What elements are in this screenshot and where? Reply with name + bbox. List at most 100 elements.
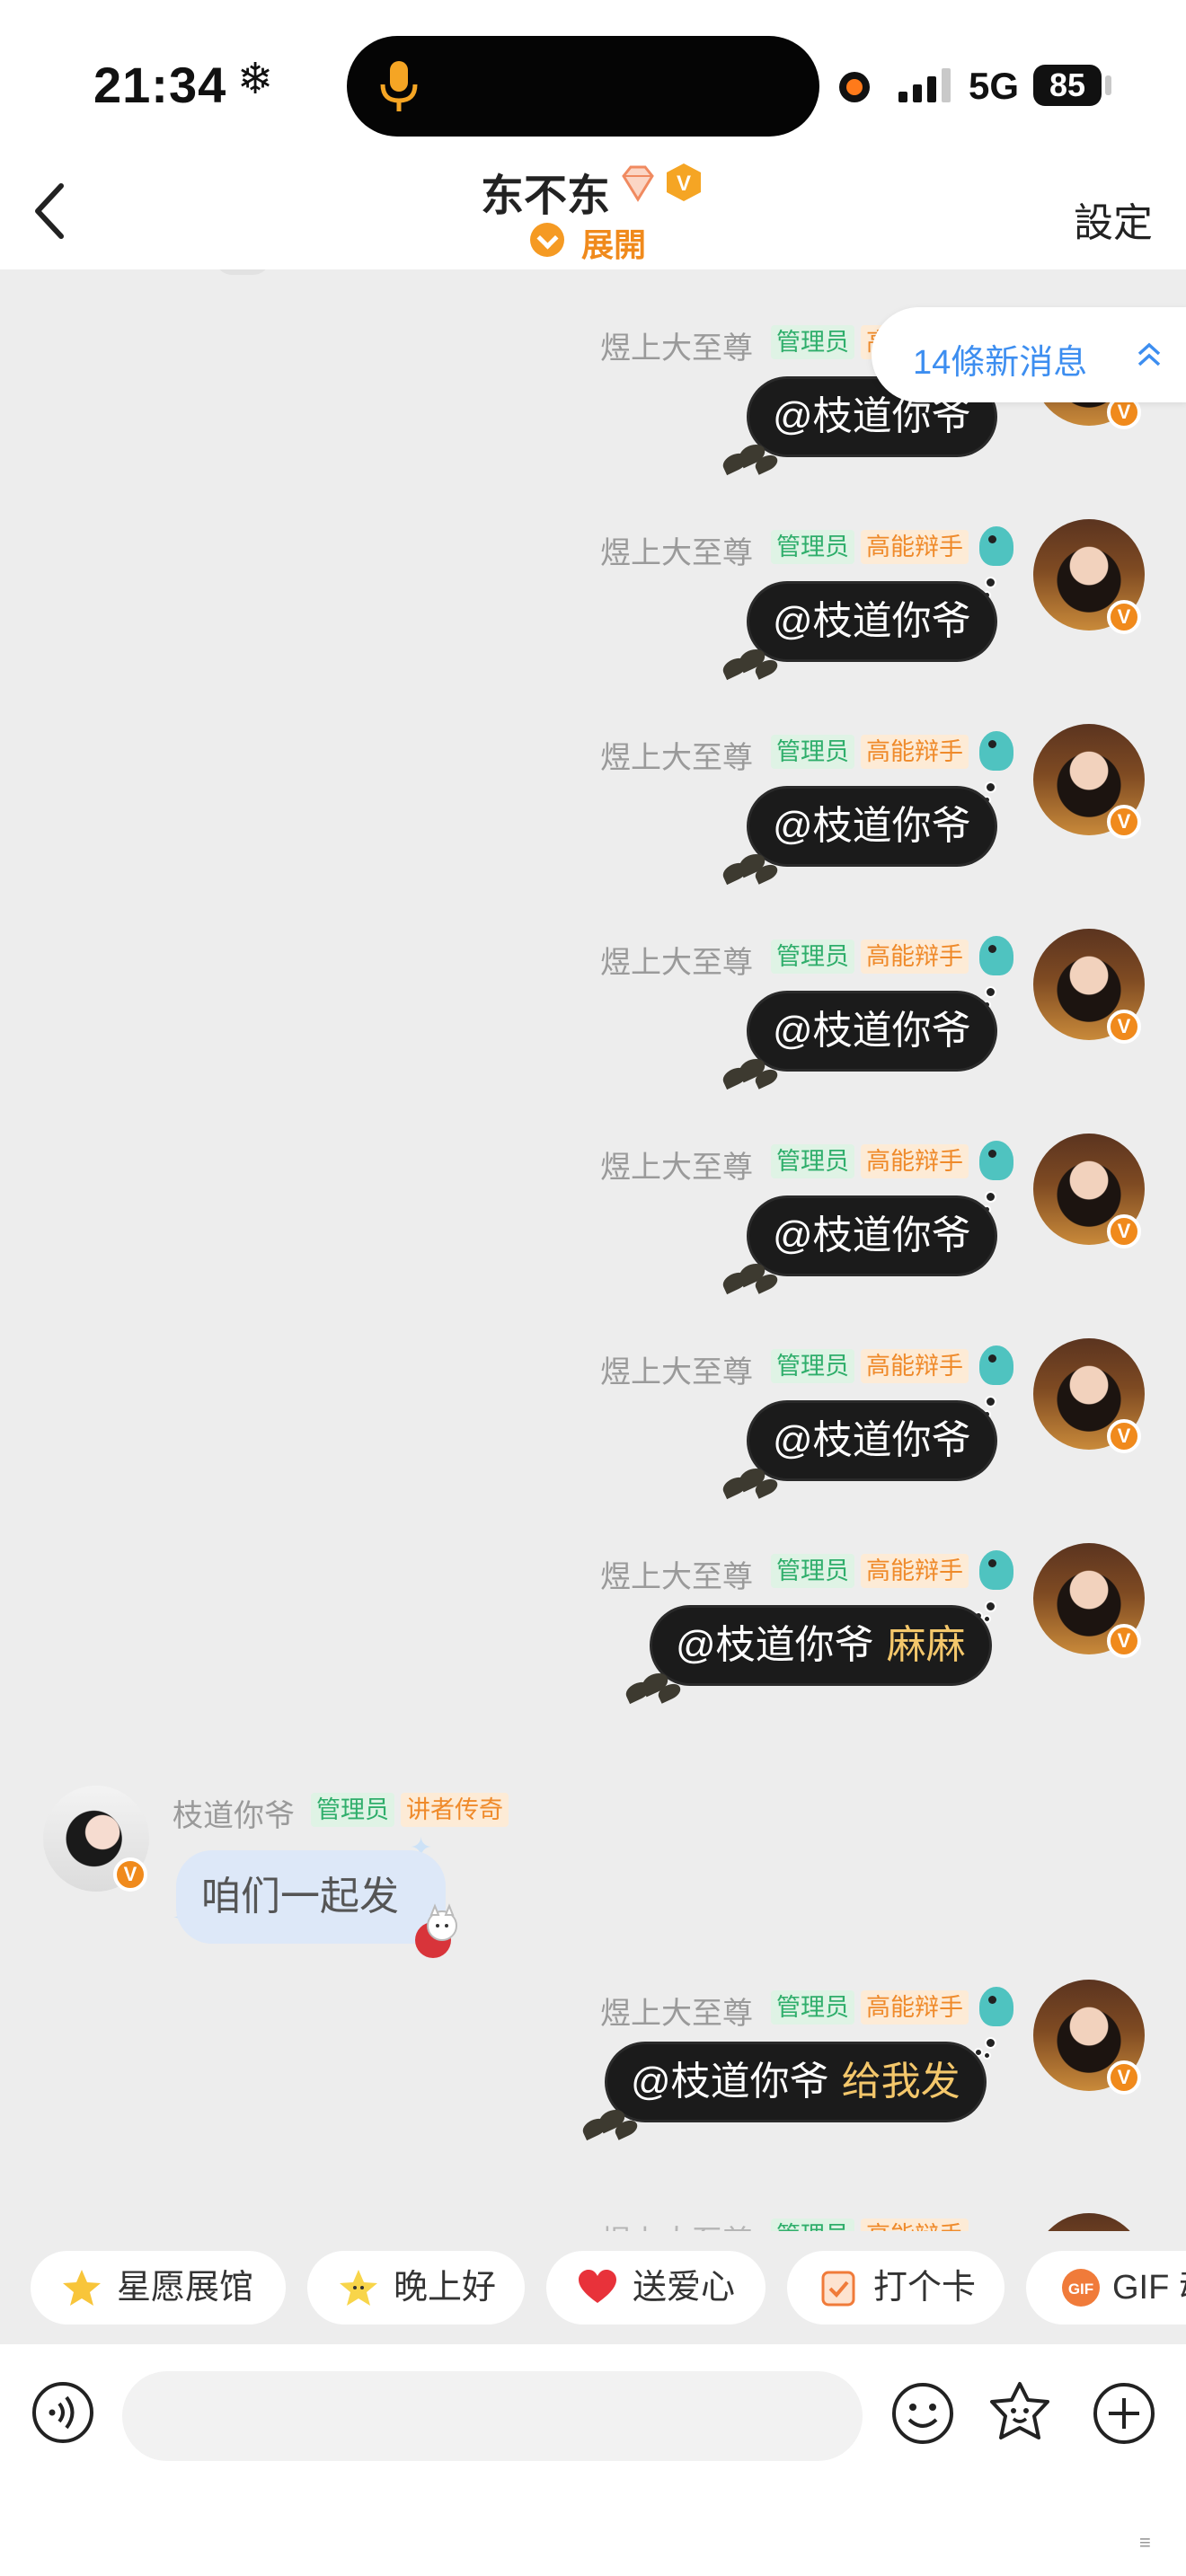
verified-v-icon: V (1107, 1624, 1141, 1658)
admin-tag: 管理员 (771, 1144, 854, 1178)
parrot-badge-icon (979, 731, 1013, 771)
clock: 21:34 (93, 57, 227, 113)
double-chevron-up-icon[interactable] (1134, 340, 1164, 370)
verified-v-icon: V (1107, 805, 1141, 839)
cat-sticker-icon (415, 1903, 457, 1958)
dot (985, 577, 996, 588)
message-row: V 煜上大至尊 管理员 高能辩手 @枝道你爷 给我发 (0, 1980, 1186, 2184)
chip-checkin[interactable]: 打个卡 (787, 2251, 1005, 2325)
verified-v-icon: V (1107, 1214, 1141, 1248)
admin-tag: 管理员 (771, 325, 854, 359)
message-text: @枝道你爷 (773, 599, 971, 643)
message-highlight-text: 给我发 (841, 2060, 960, 2104)
dot (985, 1191, 996, 1203)
message-bubble[interactable]: @枝道你爷 (749, 584, 995, 659)
bubble-frame-ornament-icon (719, 1257, 782, 1302)
diamond-badge-icon (622, 165, 654, 202)
sender-name[interactable]: 煜上大至尊 (600, 1552, 753, 1596)
smiling-star-icon (340, 2270, 377, 2306)
message-bubble[interactable]: @枝道你爷 麻麻 (652, 1608, 989, 1683)
chip-label: 打个卡 (873, 2269, 977, 2307)
admin-tag: 管理员 (311, 1793, 394, 1827)
chip-good-evening[interactable]: 晚上好 (307, 2251, 525, 2325)
admin-tag: 管理员 (771, 530, 854, 564)
admin-tag: 管理员 (771, 2219, 854, 2231)
verified-v-icon: V (1107, 2060, 1141, 2095)
admin-tag: 管理员 (771, 1349, 854, 1383)
chip-xingyuan[interactable]: 星愿展馆 (31, 2251, 286, 2325)
bubble-frame-ornament-icon (719, 1053, 782, 1098)
admin-tag: 管理员 (771, 735, 854, 769)
add-more-icon[interactable] (1091, 2380, 1157, 2447)
bubble-frame-ornament-icon (719, 848, 782, 893)
settings-button[interactable]: 設定 (1074, 190, 1153, 248)
bubble-frame-ornament-icon (719, 438, 782, 483)
sender-name[interactable]: 煜上大至尊 (600, 1989, 753, 2033)
verified-v-icon: V (1107, 1010, 1141, 1044)
message-row: V 煜上大至尊管理员高能辩手 @枝道你爷 (0, 724, 1186, 929)
sender-name[interactable]: 枝道你爷 (173, 1791, 295, 1835)
verified-v-badge-icon: V (667, 163, 701, 201)
battery-cap (1105, 75, 1111, 95)
message-row: V 煜上大至尊管理员高能辩手 @枝道你爷 (0, 519, 1186, 724)
chip-label: 星愿展馆 (117, 2269, 254, 2307)
sender-name[interactable]: 煜上大至尊 (600, 1142, 753, 1187)
dot (985, 1396, 996, 1407)
admin-tag: 管理员 (771, 1990, 854, 2025)
sender-name[interactable]: 煜上大至尊 (600, 733, 753, 777)
network-type: 5G (969, 65, 1020, 107)
heart-icon (579, 2270, 616, 2303)
message-text: @枝道你爷 (773, 1009, 971, 1053)
message-text: @枝道你爷 (773, 1213, 971, 1257)
dot (983, 2051, 991, 2060)
chip-label: 送爱心 (633, 2269, 736, 2307)
bubble-frame-ornament-icon (719, 1462, 782, 1507)
sender-name[interactable]: 煜上大至尊 (600, 528, 753, 572)
snowflake-icon: ❄ (237, 56, 274, 103)
checkin-icon (821, 2271, 855, 2307)
home-indicator: ≡ (1139, 2531, 1151, 2554)
message-bubble[interactable]: @枝道你爷 (749, 1403, 995, 1478)
debater-tag: 高能辩手 (861, 1349, 969, 1383)
sender-name[interactable]: 煜上大至尊 (600, 938, 753, 982)
star-icon (63, 2270, 101, 2306)
dot (985, 1601, 996, 1612)
message-bubble[interactable]: @枝道你爷 给我发 (607, 2044, 984, 2120)
message-list[interactable]: V煜上大至尊管理员高能辩手@枝道你爷V煜上大至尊管理员高能辩手@枝道你爷V煜上大… (0, 269, 1186, 2231)
message-bubble[interactable]: @枝道你爷 (749, 789, 995, 864)
bubble-dots-icon (974, 2033, 1005, 2060)
message-text: @枝道你爷 (773, 1418, 971, 1462)
back-chevron-icon[interactable] (23, 175, 77, 247)
message-highlight-text: 麻麻 (886, 1623, 966, 1667)
battery-icon: 85 (1033, 65, 1102, 106)
admin-tag: 管理员 (771, 940, 854, 974)
debater-tag: 高能辩手 (861, 530, 969, 564)
parrot-badge-icon (979, 1987, 1013, 2026)
verified-v-icon: V (113, 1857, 147, 1892)
expand-button[interactable]: 展開 (581, 219, 646, 266)
voice-input-icon[interactable] (31, 2380, 95, 2445)
new-messages-label[interactable]: 14條新消息 (913, 334, 1087, 384)
chip-send-love[interactable]: 送爱心 (546, 2251, 766, 2325)
sender-name: 煜上大至尊 (600, 2217, 753, 2231)
sender-name[interactable]: 煜上大至尊 (600, 323, 753, 367)
message-input[interactable] (122, 2371, 863, 2461)
parrot-badge-icon (979, 1345, 1013, 1385)
message-bubble[interactable]: @枝道你爷 (749, 1198, 995, 1274)
expand-chevron-icon[interactable] (530, 223, 564, 257)
sticker-icon[interactable] (985, 2378, 1055, 2448)
debater-tag: 高能辩手 (861, 1554, 969, 1588)
chip-gif[interactable]: GIF GIF 动 (1026, 2251, 1186, 2325)
quick-reply-bar[interactable]: 星愿展馆 晚上好 送爱心 打个卡 GIF GIF 动 (0, 2231, 1186, 2344)
message-row-partial: 煜上大至尊 管理员高能辩手 (0, 2213, 1186, 2231)
message-bubble[interactable]: 咱们一起发 (176, 1850, 446, 1944)
message-bubble[interactable]: @枝道你爷 (749, 993, 995, 1069)
sender-name[interactable]: 煜上大至尊 (600, 1347, 753, 1391)
verified-v-icon: V (1107, 600, 1141, 634)
microphone-icon (380, 61, 418, 111)
emoji-icon[interactable] (890, 2380, 956, 2447)
recording-indicator-icon (839, 72, 870, 102)
admin-tag: 管理员 (771, 1554, 854, 1588)
dot (985, 2037, 996, 2049)
avatar (1033, 2213, 1145, 2231)
